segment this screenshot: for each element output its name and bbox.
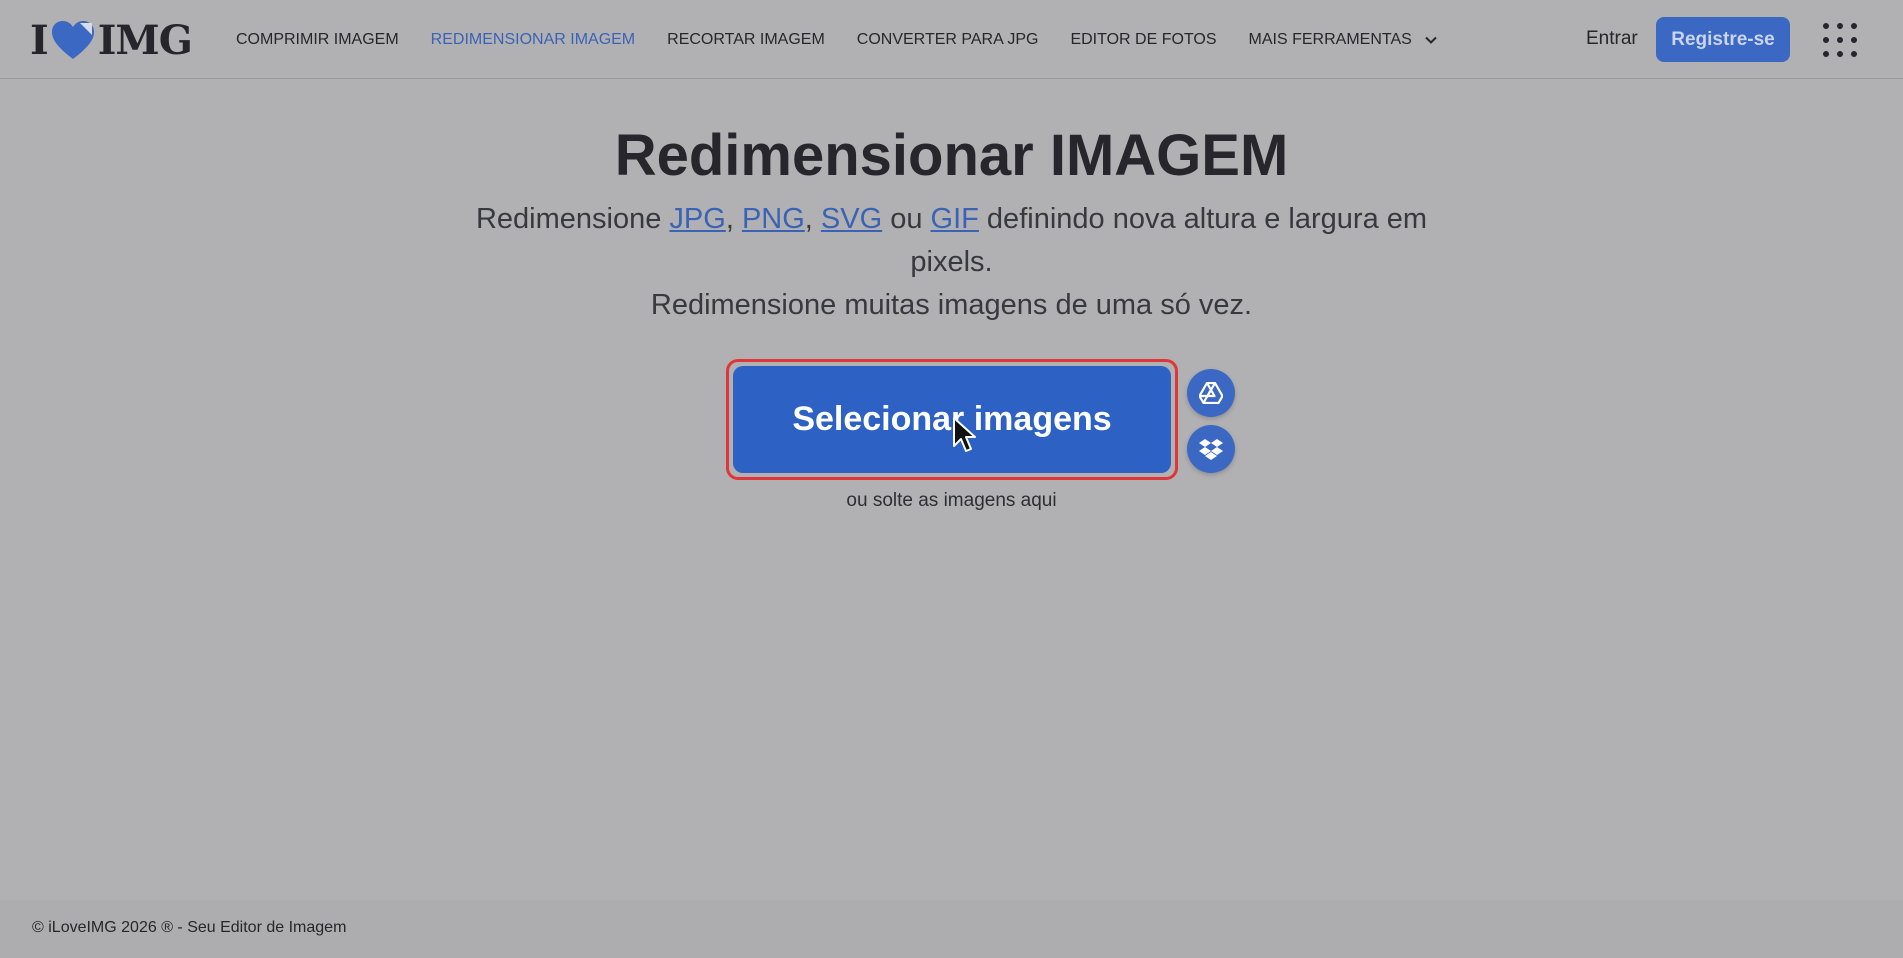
subtitle-line2: Redimensione muitas imagens de uma só ve… [650,289,1253,321]
more-tools-label: MAIS FERRAMENTAS [1248,31,1412,48]
logo-text-img: IMG [97,16,193,64]
google-drive-icon [1199,382,1223,404]
main-nav: COMPRIMIR IMAGEM REDIMENSIONAR IMAGEM RE… [236,29,1438,51]
apps-grid-icon[interactable] [1822,22,1858,58]
select-images-highlight: Selecionar imagens [726,359,1178,480]
logo-text-i: I [30,16,49,64]
nav-item-redimensionar[interactable]: REDIMENSIONAR IMAGEM [431,31,635,49]
subtitle-separator: , [804,203,821,235]
format-link-svg[interactable]: SVG [821,203,882,235]
subtitle-or: ou [882,203,931,235]
nav-item-more-tools[interactable]: MAIS FERRAMENTAS [1249,31,1438,49]
nav-item-recortar[interactable]: RECORTAR IMAGEM [667,31,825,49]
google-drive-button[interactable] [1187,369,1235,417]
dropbox-button[interactable] [1187,425,1235,473]
register-button[interactable]: Registre-se [1656,17,1790,62]
subtitle-suffix: definindo nova altura e largura em pixel… [910,203,1428,278]
dropbox-icon [1199,439,1223,460]
login-link[interactable]: Entrar [1586,28,1638,50]
nav-item-comprimir[interactable]: COMPRIMIR IMAGEM [236,31,399,49]
nav-item-converter[interactable]: CONVERTER PARA JPG [857,31,1039,49]
select-images-button[interactable]: Selecionar imagens [733,366,1171,473]
format-link-gif[interactable]: GIF [931,203,979,235]
drop-hint-text: ou solte as imagens aqui [846,490,1057,511]
format-link-jpg[interactable]: JPG [669,203,725,235]
footer: © iLoveIMG 2026 ® - Seu Editor de Imagem [0,900,1903,958]
page-title: Redimensionar IMAGEM [614,123,1289,188]
heart-logo-icon [51,21,94,59]
top-header: I IMG COMPRIMIR IMAGEM REDIMENSIONAR IMA… [0,0,1903,79]
format-link-png[interactable]: PNG [742,203,805,235]
nav-item-editor[interactable]: EDITOR DE FOTOS [1070,31,1216,49]
subtitle-prefix: Redimensione [475,203,670,235]
page-subtitle: Redimensione JPG, PNG, SVG ou GIF defini… [440,198,1463,327]
iloveimg-logo[interactable]: I IMG [30,16,193,64]
chevron-down-icon [1425,36,1437,44]
subtitle-separator: , [725,203,742,235]
footer-copyright: © iLoveIMG 2026 ® - Seu Editor de Imagem [32,919,347,936]
